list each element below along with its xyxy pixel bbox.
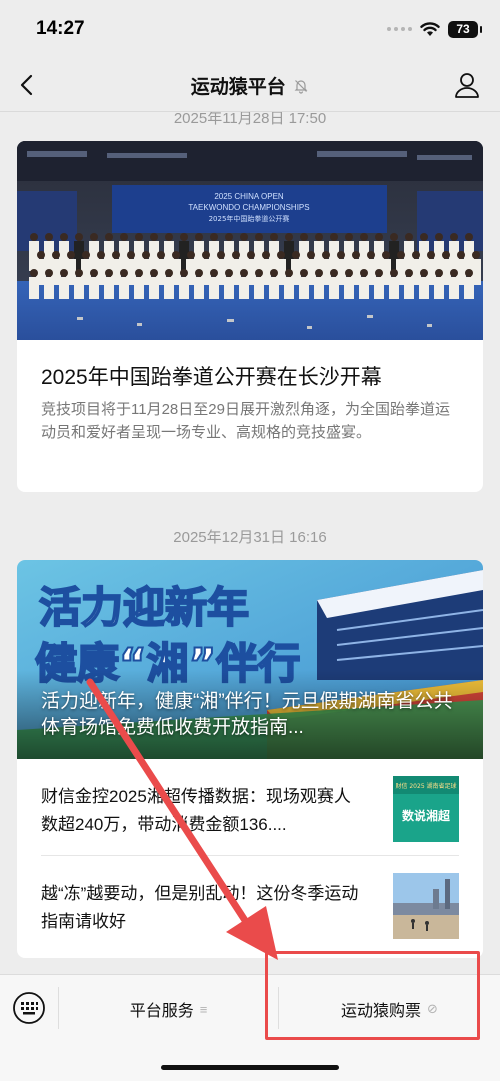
nav-title-wrap: 运动猿平台 [0,72,500,99]
home-indicator [161,1065,339,1070]
wifi-icon [420,21,440,36]
menu-ticket-purchase[interactable]: 运动猿购票 ⊘ [279,985,500,1033]
list-item[interactable]: 越“冻”越要动，但是别乱动！这份冬季运动指南请收好 [41,855,459,951]
keyboard-toggle-button[interactable] [12,991,46,1025]
list-item-thumbnail [393,873,459,939]
menu-list-icon: ≡ [199,1001,208,1017]
article-card[interactable]: 2025 CHINA OPEN TAEKWONDO CHAMPIONSHIPS … [17,141,483,492]
article-cover-image[interactable]: 活力迎新年 健康“湘”伴行 活力迎新年，健康“湘”伴行！元旦假期湖南省公共体育场… [17,560,483,759]
image-banner-text: TAEKWONDO CHAMPIONSHIPS [188,203,309,212]
status-bar: 14:27 73 [0,0,500,58]
menu-label: 运动猿购票 [341,1003,422,1020]
article-group-card[interactable]: 活力迎新年 健康“湘”伴行 活力迎新年，健康“湘”伴行！元旦假期湖南省公共体育场… [17,560,483,958]
article-headline: 活力迎新年，健康“湘”伴行！元旦假期湖南省公共体育场馆免费低收费开放指南... [41,691,453,738]
page-title: 运动猿平台 [190,77,286,98]
signal-icon [387,27,412,31]
image-banner-text: 2025 CHINA OPEN [214,192,284,201]
status-icons: 73 [387,19,482,39]
list-item[interactable]: 财信金控2025湘超传播数据：现场观赛人数超240万，带动消费金额136....… [17,759,483,855]
mini-program-icon: ⊘ [427,1001,438,1016]
battery-indicator: 73 [448,20,482,38]
thumbnail-text: 财信 2025 湖南省足球 [395,782,456,790]
thumbnail-text: 数说湘超 [402,808,451,823]
article-description: 竞技项目将于11月28日至29日展开激烈角逐，为全国跆拳道运动员和爱好者呈现一场… [41,401,450,441]
list-item-title: 财信金控2025湘超传播数据：现场观赛人数超240万，带动消费金额136.... [41,787,351,834]
timestamp: 2025年12月31日 16:16 [173,529,327,546]
profile-button[interactable] [452,70,482,100]
status-time: 14:27 [36,18,85,39]
timestamp: 2025年11月28日 17:50 [173,112,327,127]
menu-platform-services[interactable]: 平台服务 ≡ [59,985,278,1033]
article-cover-image: 2025 CHINA OPEN TAEKWONDO CHAMPIONSHIPS … [17,141,483,340]
mute-bell-icon [294,80,308,94]
article-title: 2025年中国跆拳道公开赛在长沙开幕 [41,366,382,389]
menu-label: 平台服务 [129,1003,194,1020]
list-item-title: 越“冻”越要动，但是别乱动！这份冬季运动指南请收好 [41,884,359,931]
list-item-thumbnail: 财信 2025 湖南省足球 数说湘超 [393,776,459,842]
banner-text: 活力迎新年 [39,583,249,632]
person-icon [455,73,479,98]
keyboard-icon [13,992,45,1024]
message-feed[interactable]: 2025年11月28日 17:50 2025 CHINA OPEN TAEKWO… [0,112,500,974]
nav-bar: 运动猿平台 [0,58,500,112]
image-banner-text: 2025年中国跆拳道公开赛 [209,214,290,223]
